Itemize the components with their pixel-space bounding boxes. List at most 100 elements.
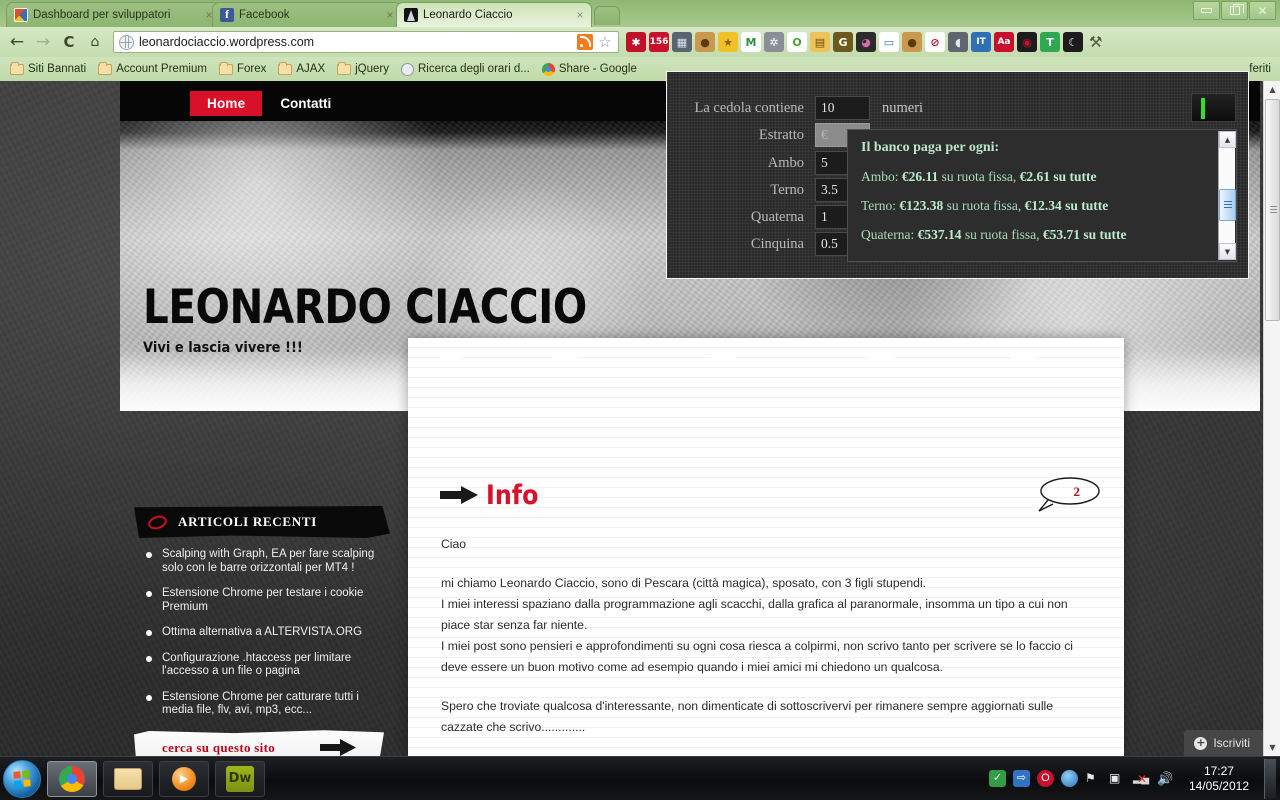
color-picker-extension[interactable]: ◕ [856,32,876,52]
opera-tray-icon[interactable]: O [1036,770,1054,787]
feed-counter-extension[interactable]: 156 [649,32,669,52]
record-extension[interactable]: ◉ [1017,32,1037,52]
folder-icon [337,61,352,75]
level-bar [1201,98,1205,119]
close-icon[interactable]: ✕ [1249,1,1276,20]
flag-action-center-icon[interactable]: ⚑ [1085,770,1102,787]
new-tab-button[interactable] [594,6,620,25]
cookie-extension[interactable]: ● [902,32,922,52]
bookmark-ricerca-orari[interactable]: Ricerca degli orari d... [396,61,535,78]
field-row-ambo: Ambo 5 [667,151,870,175]
scroll-down-icon[interactable]: ▼ [1219,243,1236,260]
sidebar: ARTICOLI RECENTI Scalping with Graph, EA… [134,506,390,756]
measure-tool-extension[interactable]: ▭ [879,32,899,52]
payout-scrollbar[interactable]: ▲ ▼ [1218,131,1236,260]
show-desktop-button[interactable] [1264,758,1276,799]
bookmarks-overflow[interactable]: feriti [1249,63,1275,75]
forward-arrow-icon[interactable]: → [30,30,56,54]
payout-content: Il banco paga per ogni: Ambo: €26.11 su … [848,130,1218,261]
explorer-taskbar-button[interactable] [103,760,153,797]
site-search-button[interactable]: cerca su questo sito [134,730,384,756]
list-item[interactable]: Configurazione .htaccess per limitare l'… [146,652,378,679]
adblock-extension[interactable]: ✱ [626,32,646,52]
favorites-star-extension[interactable]: ★ [718,32,738,52]
star-icon[interactable]: ☆ [597,33,613,51]
bookmark-ajax[interactable]: AJAX [273,61,330,77]
network-disconnected-icon[interactable]: ▂▄ ✕ [1133,770,1150,787]
payout-amount-fixed: €123.38 [899,198,944,213]
nav-item-home[interactable]: Home [190,91,263,116]
windows-start-orb[interactable] [3,759,41,798]
list-item-label: Scalping with Graph, EA per fare scalpin… [162,548,375,574]
sync-tray-icon[interactable]: ⇨ [1012,770,1030,787]
reload-icon[interactable]: C [56,30,82,54]
payout-amount-all: €2.61 [1019,169,1051,184]
battery-tray-icon[interactable]: ▣ [1109,770,1126,787]
cookie-editor-extension[interactable]: ● [695,32,715,52]
scroll-up-icon[interactable]: ▲ [1219,131,1236,148]
font-size-extension[interactable]: Aa [994,32,1014,52]
page-scrollbar[interactable]: ▲ ▼ [1263,81,1280,756]
green-level-indicator[interactable] [1191,93,1236,122]
back-arrow-icon[interactable]: ← [4,30,30,54]
bookmark-jquery[interactable]: jQuery [332,61,394,77]
payout-suffix: su tutte [1050,169,1097,184]
bookmark-forex[interactable]: Forex [214,61,271,77]
close-icon[interactable]: × [573,8,587,22]
settings-gear-extension[interactable]: ✲ [764,32,784,52]
translate-it-extension[interactable]: IT [971,32,991,52]
bookmark-siti-bannati[interactable]: Siti Bannati [5,61,91,77]
block-extension[interactable]: ⊘ [925,32,945,52]
safe-mode-tray-icon[interactable]: ✓ [988,770,1006,787]
media-player-taskbar-button[interactable]: ▶ [159,760,209,797]
chrome-taskbar-button[interactable] [47,760,97,797]
cedola-input[interactable]: 10 [815,96,870,120]
google-toolbar-extension[interactable]: G [833,32,853,52]
subscribe-label: Iscriviti [1213,736,1250,750]
subscribe-button[interactable]: + Iscriviti [1184,730,1263,756]
bullet-icon [146,694,152,701]
minimize-icon[interactable] [1193,1,1220,20]
list-item[interactable]: Scalping with Graph, EA per fare scalpin… [146,548,378,575]
dreamweaver-taskbar-button[interactable]: Dw [215,760,265,797]
tumblr-extension[interactable]: T [1040,32,1060,52]
opera-quick-extension[interactable]: O [787,32,807,52]
play-icon: ▶ [172,766,196,791]
scroll-up-icon[interactable]: ▲ [1264,81,1280,98]
avast-tray-icon[interactable] [1060,770,1078,787]
folder-icon [10,61,24,75]
scrollbar-thumb[interactable] [1219,189,1236,221]
video-downloader-extension[interactable]: ▦ [672,32,692,52]
ring-icon [146,512,169,532]
taskbar-clock[interactable]: 17:27 14/05/2012 [1189,764,1249,794]
close-icon[interactable]: × [383,8,397,22]
nav-item-contatti[interactable]: Contatti [262,91,349,116]
rss-icon[interactable] [577,34,593,50]
address-bar[interactable]: leonardociaccio.wordpress.com ☆ [113,31,619,53]
dreamweaver-icon: Dw [226,765,254,792]
field-label: Quaterna [750,208,804,225]
chat-extension[interactable]: ☾ [1063,32,1083,52]
sound-extension[interactable]: ◖ [948,32,968,52]
home-icon[interactable]: ⌂ [82,30,108,54]
bookmark-share-google[interactable]: Share - Google [537,61,642,78]
notes-extension[interactable]: ▤ [810,32,830,52]
speech-bubble-icon[interactable] [1036,475,1102,513]
scrollbar-thumb[interactable] [1265,99,1280,321]
volume-icon[interactable]: 🔊 [1157,770,1174,787]
gmail-checker-extension[interactable]: M [741,32,761,52]
list-item[interactable]: Ottima alternativa a ALTERVISTA.ORG [146,626,378,640]
list-item-label: Configurazione .htaccess per limitare l'… [162,651,352,678]
browser-tab-dashboard[interactable]: Dashboard per sviluppatori × [6,2,221,27]
wrench-menu-icon[interactable]: ⚒ [1089,33,1102,51]
site-search-label: cerca su questo sito [162,739,276,755]
list-item[interactable]: Estensione Chrome per testare i cookie P… [146,587,378,614]
bookmark-account-premium[interactable]: Account Premium [93,61,212,77]
maximize-icon[interactable] [1221,1,1248,20]
browser-tab-facebook[interactable]: f Facebook × [212,2,402,27]
tab-title: Facebook [239,9,290,21]
browser-tab-leonardo-ciaccio[interactable]: Leonardo Ciaccio × [396,2,592,27]
window-controls: ✕ [1193,1,1276,20]
scroll-down-icon[interactable]: ▼ [1264,739,1280,756]
list-item[interactable]: Estensione Chrome per catturare tutti i … [146,691,378,718]
